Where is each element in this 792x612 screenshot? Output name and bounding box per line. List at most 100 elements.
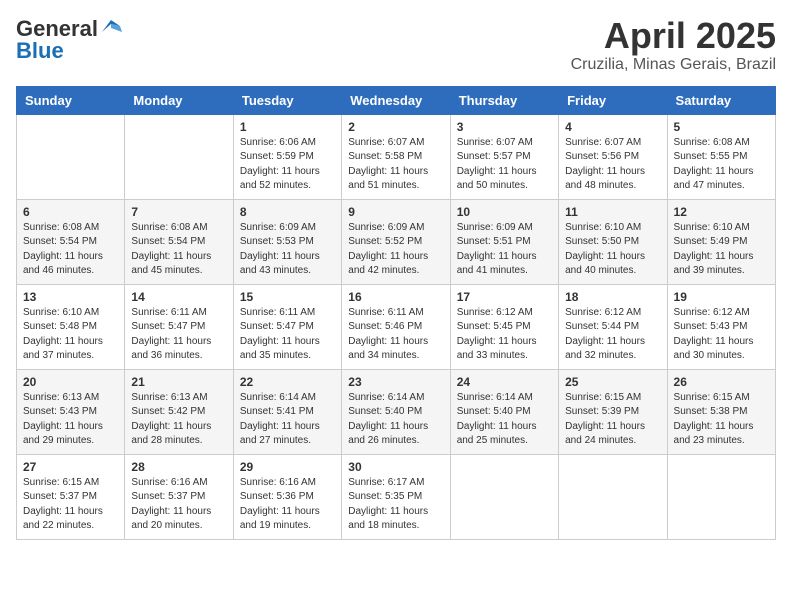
day-info: Sunrise: 6:07 AM Sunset: 5:56 PM Dayligh… bbox=[565, 136, 660, 194]
day-number: 20 bbox=[23, 375, 118, 389]
month-title: April 2025 bbox=[571, 16, 776, 56]
calendar-day-header: Friday bbox=[559, 86, 667, 114]
day-number: 30 bbox=[348, 460, 443, 474]
calendar-day-header: Sunday bbox=[17, 86, 125, 114]
day-info: Sunrise: 6:10 AM Sunset: 5:48 PM Dayligh… bbox=[23, 306, 118, 364]
day-number: 2 bbox=[348, 120, 443, 134]
calendar-day-cell: 12 Sunrise: 6:10 AM Sunset: 5:49 PM Dayli… bbox=[667, 199, 775, 284]
title-section: April 2025 Cruzilia, Minas Gerais, Brazi… bbox=[571, 16, 776, 74]
day-info: Sunrise: 6:08 AM Sunset: 5:55 PM Dayligh… bbox=[674, 136, 769, 194]
day-number: 24 bbox=[457, 375, 552, 389]
day-number: 4 bbox=[565, 120, 660, 134]
day-info: Sunrise: 6:09 AM Sunset: 5:51 PM Dayligh… bbox=[457, 221, 552, 279]
day-number: 29 bbox=[240, 460, 335, 474]
day-number: 14 bbox=[131, 290, 226, 304]
calendar-day-cell bbox=[559, 454, 667, 539]
day-info: Sunrise: 6:11 AM Sunset: 5:46 PM Dayligh… bbox=[348, 306, 443, 364]
calendar-day-cell: 18Sunrise: 6:12 AM Sunset: 5:44 PM Dayli… bbox=[559, 284, 667, 369]
calendar-week-row: 13 Sunrise: 6:10 AM Sunset: 5:48 PM Dayli… bbox=[17, 284, 776, 369]
calendar-day-cell: 16Sunrise: 6:11 AM Sunset: 5:46 PM Dayli… bbox=[342, 284, 450, 369]
day-info: Sunrise: 6:07 AM Sunset: 5:58 PM Dayligh… bbox=[348, 136, 443, 194]
day-number: 23 bbox=[348, 375, 443, 389]
calendar-day-cell: 7Sunrise: 6:08 AM Sunset: 5:54 PM Daylig… bbox=[125, 199, 233, 284]
calendar-day-cell bbox=[450, 454, 558, 539]
calendar-day-cell: 21 Sunrise: 6:13 AM Sunset: 5:42 PM Dayli… bbox=[125, 369, 233, 454]
day-info: Sunrise: 6:12 AM Sunset: 5:45 PM Dayligh… bbox=[457, 306, 552, 364]
day-number: 22 bbox=[240, 375, 335, 389]
calendar-day-cell: 9Sunrise: 6:09 AM Sunset: 5:52 PM Daylig… bbox=[342, 199, 450, 284]
calendar-day-cell: 1 Sunrise: 6:06 AM Sunset: 5:59 PM Daylig… bbox=[233, 114, 341, 199]
day-number: 18 bbox=[565, 290, 660, 304]
day-info: Sunrise: 6:07 AM Sunset: 5:57 PM Dayligh… bbox=[457, 136, 552, 194]
day-info: Sunrise: 6:08 AM Sunset: 5:54 PM Dayligh… bbox=[131, 221, 226, 279]
calendar-day-cell: 25Sunrise: 6:15 AM Sunset: 5:39 PM Dayli… bbox=[559, 369, 667, 454]
calendar-day-cell bbox=[667, 454, 775, 539]
calendar-day-cell: 10 Sunrise: 6:09 AM Sunset: 5:51 PM Dayli… bbox=[450, 199, 558, 284]
calendar-day-cell: 6 Sunrise: 6:08 AM Sunset: 5:54 PM Daylig… bbox=[17, 199, 125, 284]
day-number: 12 bbox=[674, 205, 769, 219]
calendar-header-row: SundayMondayTuesdayWednesdayThursdayFrid… bbox=[17, 86, 776, 114]
calendar-day-header: Thursday bbox=[450, 86, 558, 114]
day-info: Sunrise: 6:06 AM Sunset: 5:59 PM Dayligh… bbox=[240, 136, 335, 194]
calendar-day-header: Saturday bbox=[667, 86, 775, 114]
day-info: Sunrise: 6:15 AM Sunset: 5:37 PM Dayligh… bbox=[23, 476, 118, 534]
logo: General Blue bbox=[16, 16, 122, 64]
day-info: Sunrise: 6:15 AM Sunset: 5:38 PM Dayligh… bbox=[674, 391, 769, 449]
day-info: Sunrise: 6:11 AM Sunset: 5:47 PM Dayligh… bbox=[240, 306, 335, 364]
calendar-day-cell: 24 Sunrise: 6:14 AM Sunset: 5:40 PM Dayli… bbox=[450, 369, 558, 454]
calendar-day-cell bbox=[17, 114, 125, 199]
calendar-day-cell: 23 Sunrise: 6:14 AM Sunset: 5:40 PM Dayli… bbox=[342, 369, 450, 454]
day-info: Sunrise: 6:10 AM Sunset: 5:49 PM Dayligh… bbox=[674, 221, 769, 279]
day-number: 15 bbox=[240, 290, 335, 304]
day-number: 13 bbox=[23, 290, 118, 304]
day-info: Sunrise: 6:10 AM Sunset: 5:50 PM Dayligh… bbox=[565, 221, 660, 279]
calendar-day-cell: 3Sunrise: 6:07 AM Sunset: 5:57 PM Daylig… bbox=[450, 114, 558, 199]
calendar-day-header: Wednesday bbox=[342, 86, 450, 114]
day-number: 17 bbox=[457, 290, 552, 304]
day-info: Sunrise: 6:16 AM Sunset: 5:36 PM Dayligh… bbox=[240, 476, 335, 534]
day-info: Sunrise: 6:08 AM Sunset: 5:54 PM Dayligh… bbox=[23, 221, 118, 279]
day-number: 5 bbox=[674, 120, 769, 134]
day-info: Sunrise: 6:14 AM Sunset: 5:41 PM Dayligh… bbox=[240, 391, 335, 449]
day-info: Sunrise: 6:16 AM Sunset: 5:37 PM Dayligh… bbox=[131, 476, 226, 534]
day-info: Sunrise: 6:14 AM Sunset: 5:40 PM Dayligh… bbox=[348, 391, 443, 449]
calendar-week-row: 20 Sunrise: 6:13 AM Sunset: 5:43 PM Dayli… bbox=[17, 369, 776, 454]
calendar-day-cell: 4 Sunrise: 6:07 AM Sunset: 5:56 PM Daylig… bbox=[559, 114, 667, 199]
calendar-day-cell: 30 Sunrise: 6:17 AM Sunset: 5:35 PM Dayli… bbox=[342, 454, 450, 539]
calendar-day-cell: 14 Sunrise: 6:11 AM Sunset: 5:47 PM Dayli… bbox=[125, 284, 233, 369]
calendar-day-cell bbox=[125, 114, 233, 199]
day-number: 10 bbox=[457, 205, 552, 219]
day-number: 11 bbox=[565, 205, 660, 219]
calendar-day-cell: 13 Sunrise: 6:10 AM Sunset: 5:48 PM Dayli… bbox=[17, 284, 125, 369]
day-number: 9 bbox=[348, 205, 443, 219]
calendar-week-row: 1 Sunrise: 6:06 AM Sunset: 5:59 PM Daylig… bbox=[17, 114, 776, 199]
calendar-day-cell: 20 Sunrise: 6:13 AM Sunset: 5:43 PM Dayli… bbox=[17, 369, 125, 454]
day-info: Sunrise: 6:13 AM Sunset: 5:42 PM Dayligh… bbox=[131, 391, 226, 449]
day-info: Sunrise: 6:15 AM Sunset: 5:39 PM Dayligh… bbox=[565, 391, 660, 449]
day-number: 19 bbox=[674, 290, 769, 304]
calendar-day-cell: 29 Sunrise: 6:16 AM Sunset: 5:36 PM Dayli… bbox=[233, 454, 341, 539]
day-number: 28 bbox=[131, 460, 226, 474]
calendar-day-cell: 17 Sunrise: 6:12 AM Sunset: 5:45 PM Dayli… bbox=[450, 284, 558, 369]
day-info: Sunrise: 6:14 AM Sunset: 5:40 PM Dayligh… bbox=[457, 391, 552, 449]
day-info: Sunrise: 6:09 AM Sunset: 5:53 PM Dayligh… bbox=[240, 221, 335, 279]
calendar-day-cell: 26Sunrise: 6:15 AM Sunset: 5:38 PM Dayli… bbox=[667, 369, 775, 454]
day-info: Sunrise: 6:11 AM Sunset: 5:47 PM Dayligh… bbox=[131, 306, 226, 364]
calendar-table: SundayMondayTuesdayWednesdayThursdayFrid… bbox=[16, 86, 776, 540]
day-number: 6 bbox=[23, 205, 118, 219]
calendar-day-cell: 22 Sunrise: 6:14 AM Sunset: 5:41 PM Dayli… bbox=[233, 369, 341, 454]
day-number: 1 bbox=[240, 120, 335, 134]
day-info: Sunrise: 6:17 AM Sunset: 5:35 PM Dayligh… bbox=[348, 476, 443, 534]
calendar-day-cell: 19 Sunrise: 6:12 AM Sunset: 5:43 PM Dayli… bbox=[667, 284, 775, 369]
calendar-day-header: Tuesday bbox=[233, 86, 341, 114]
calendar-week-row: 6 Sunrise: 6:08 AM Sunset: 5:54 PM Daylig… bbox=[17, 199, 776, 284]
calendar-day-header: Monday bbox=[125, 86, 233, 114]
day-number: 21 bbox=[131, 375, 226, 389]
calendar-day-cell: 2 Sunrise: 6:07 AM Sunset: 5:58 PM Daylig… bbox=[342, 114, 450, 199]
calendar-week-row: 27Sunrise: 6:15 AM Sunset: 5:37 PM Dayli… bbox=[17, 454, 776, 539]
calendar-day-cell: 5 Sunrise: 6:08 AM Sunset: 5:55 PM Daylig… bbox=[667, 114, 775, 199]
calendar-day-cell: 8Sunrise: 6:09 AM Sunset: 5:53 PM Daylig… bbox=[233, 199, 341, 284]
day-info: Sunrise: 6:12 AM Sunset: 5:43 PM Dayligh… bbox=[674, 306, 769, 364]
calendar-day-cell: 15 Sunrise: 6:11 AM Sunset: 5:47 PM Dayli… bbox=[233, 284, 341, 369]
day-info: Sunrise: 6:13 AM Sunset: 5:43 PM Dayligh… bbox=[23, 391, 118, 449]
